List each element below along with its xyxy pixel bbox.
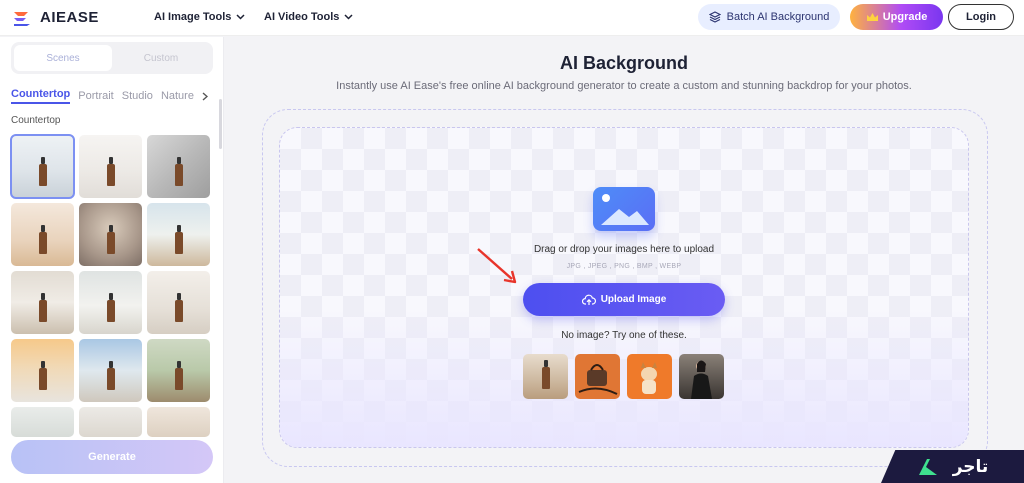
sidebar: Scenes Custom Countertop Portrait Studio… bbox=[0, 37, 224, 483]
nav-label: AI Image Tools bbox=[154, 11, 232, 23]
scene-thumbnail[interactable] bbox=[11, 407, 74, 437]
upload-label: Upload Image bbox=[600, 294, 667, 305]
generate-button[interactable]: Generate bbox=[11, 440, 213, 474]
chevron-down-icon bbox=[344, 14, 353, 20]
annotation-arrow-icon bbox=[477, 248, 517, 284]
crown-icon bbox=[866, 13, 878, 21]
page-title: AI Background bbox=[559, 53, 688, 73]
cloud-upload-icon bbox=[581, 294, 596, 305]
tab-studio[interactable]: Studio bbox=[122, 90, 153, 102]
section-label: Countertop bbox=[11, 115, 61, 126]
batch-label: Batch AI Background bbox=[726, 11, 830, 23]
scene-thumbnail[interactable] bbox=[11, 271, 74, 334]
logo-icon bbox=[14, 11, 30, 26]
scene-thumbnail[interactable] bbox=[147, 339, 210, 402]
scene-thumbnail[interactable] bbox=[147, 407, 210, 437]
scene-thumbnail[interactable] bbox=[11, 339, 74, 402]
page-subtitle: Instantly use AI Ease's free online AI b… bbox=[336, 80, 912, 92]
watermark-text: تاجر bbox=[952, 456, 989, 477]
scene-thumbnail[interactable] bbox=[147, 271, 210, 334]
tab-nature[interactable]: Nature bbox=[161, 90, 194, 102]
scene-thumbnail[interactable] bbox=[79, 135, 142, 198]
scene-thumbnail[interactable] bbox=[79, 203, 142, 266]
batch-ai-background-button[interactable]: Batch AI Background bbox=[698, 4, 840, 30]
upgrade-button[interactable]: Upgrade bbox=[850, 4, 943, 30]
scene-thumbnail[interactable] bbox=[10, 134, 75, 199]
sidebar-scrollbar[interactable] bbox=[219, 99, 222, 149]
upgrade-label: Upgrade bbox=[882, 11, 928, 23]
scene-thumbnail[interactable] bbox=[79, 407, 142, 437]
sample-image-person[interactable] bbox=[679, 354, 724, 399]
layers-icon bbox=[708, 11, 721, 23]
login-button[interactable]: Login bbox=[948, 4, 1014, 30]
chevron-right-icon[interactable] bbox=[202, 91, 208, 101]
scene-mode-toggle: Scenes Custom bbox=[11, 42, 213, 74]
scene-thumbnail[interactable] bbox=[147, 203, 210, 266]
logo-text: AIEASE bbox=[40, 9, 99, 26]
top-bar: AIEASE AI Image Tools AI Video Tools Bat… bbox=[0, 0, 1024, 36]
upload-image-button[interactable]: Upload Image bbox=[523, 283, 725, 316]
sample-images-prompt: No image? Try one of these. bbox=[561, 330, 687, 341]
tab-countertop[interactable]: Countertop bbox=[11, 88, 71, 104]
scene-thumbnail[interactable] bbox=[79, 271, 142, 334]
tab-scenes[interactable]: Scenes bbox=[14, 45, 112, 71]
sample-image-bag[interactable] bbox=[575, 354, 620, 399]
nav-ai-video-tools[interactable]: AI Video Tools bbox=[264, 11, 353, 23]
scene-thumbnail[interactable] bbox=[147, 135, 210, 198]
tab-custom[interactable]: Custom bbox=[112, 45, 210, 71]
scene-thumbnail[interactable] bbox=[11, 203, 74, 266]
tajer-logo-icon bbox=[918, 458, 937, 475]
logo[interactable]: AIEASE bbox=[12, 9, 99, 26]
category-tabs: Countertop Portrait Studio Nature bbox=[11, 88, 208, 104]
watermark-logo: تاجر bbox=[881, 450, 1024, 483]
chevron-down-icon bbox=[236, 14, 245, 20]
sample-images bbox=[523, 354, 724, 399]
sample-image-bottle[interactable] bbox=[523, 354, 568, 399]
sample-image-dog[interactable] bbox=[627, 354, 672, 399]
scene-thumbnail[interactable] bbox=[79, 339, 142, 402]
drag-drop-text: Drag or drop your images here to upload bbox=[533, 244, 715, 255]
tab-portrait[interactable]: Portrait bbox=[78, 90, 113, 102]
image-icon bbox=[593, 187, 655, 231]
nav-label: AI Video Tools bbox=[264, 11, 340, 23]
supported-formats: JPG , JPEG , PNG , BMP , WEBP bbox=[566, 263, 682, 270]
nav-ai-image-tools[interactable]: AI Image Tools bbox=[154, 11, 245, 23]
